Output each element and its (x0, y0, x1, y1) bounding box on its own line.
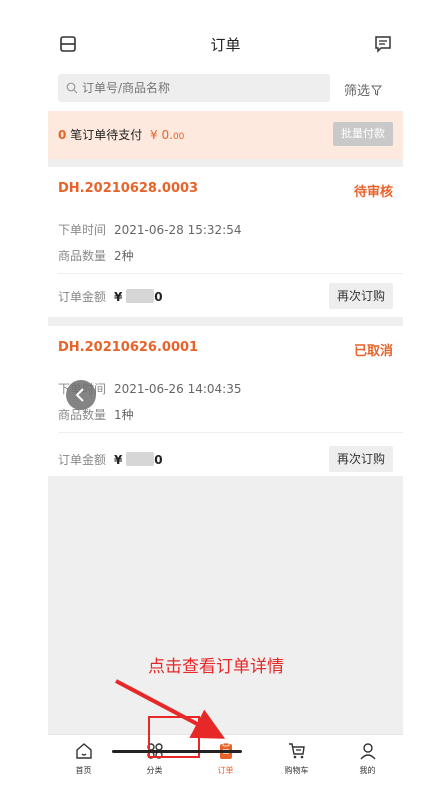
order-list-screen: 订单 筛选 0 笔订单待支付 ¥ 0.00 批量付款 DH.20210628.0… (48, 22, 403, 778)
search-input[interactable] (82, 74, 322, 102)
order-time: 下单时间 2021-06-28 15:32:54 (58, 223, 242, 237)
pending-label: 笔订单待支付 (70, 128, 143, 142)
reorder-button[interactable]: 再次订购 (329, 446, 393, 472)
divider (58, 273, 403, 274)
bottom-tab-bar: 首页 分类 订单 购物车 我的 (48, 734, 403, 778)
tab-cart[interactable]: 购物车 (261, 735, 332, 778)
tab-orders[interactable]: 订单 (190, 735, 261, 778)
order-quantity: 商品数量 2种 (58, 249, 134, 263)
filter-label: 筛选 (344, 84, 371, 99)
pending-text: 0 笔订单待支付 ¥ 0.00 (58, 126, 184, 143)
message-icon[interactable] (373, 34, 393, 54)
batch-pay-button[interactable]: 批量付款 (333, 122, 393, 146)
search-box[interactable] (58, 74, 330, 102)
tab-profile[interactable]: 我的 (332, 735, 403, 778)
top-bar: 订单 (48, 22, 403, 66)
search-icon (66, 82, 78, 94)
order-number: DH.20210626.0001 (58, 340, 199, 355)
order-total: 订单金额 ¥ 0 (58, 452, 163, 467)
home-indicator (112, 750, 242, 753)
user-icon (359, 743, 376, 760)
home-icon (75, 743, 92, 759)
order-total: 订单金额 ¥ 0 (58, 289, 163, 304)
blurred-amount (126, 289, 155, 303)
page-title: 订单 (210, 36, 241, 54)
filter-icon (370, 85, 383, 96)
order-status: 待审核 (353, 185, 393, 200)
cart-icon (288, 743, 305, 759)
tab-home[interactable]: 首页 (48, 735, 119, 778)
order-number: DH.20210628.0003 (58, 181, 199, 196)
filter-button[interactable]: 筛选 (344, 80, 383, 99)
chevron-left-icon (75, 388, 84, 402)
order-card[interactable]: DH.20210628.0003 待审核 下单时间 2021-06-28 15:3… (48, 167, 403, 317)
order-card[interactable]: DH.20210626.0001 已取消 下单时间2021-06-26 14:0… (48, 326, 403, 476)
reorder-button[interactable]: 再次订购 (329, 283, 393, 309)
search-row: 筛选 (48, 66, 403, 111)
pending-amount: ¥ 0.00 (150, 128, 185, 142)
order-status: 已取消 (353, 344, 393, 359)
back-float-button[interactable] (66, 380, 96, 410)
pending-count: 0 (58, 128, 67, 142)
divider (58, 432, 403, 433)
annotation-text: 点击查看订单详情 (148, 657, 284, 677)
blurred-amount (126, 452, 155, 466)
pending-payment-bar: 0 笔订单待支付 ¥ 0.00 批量付款 (48, 111, 403, 159)
